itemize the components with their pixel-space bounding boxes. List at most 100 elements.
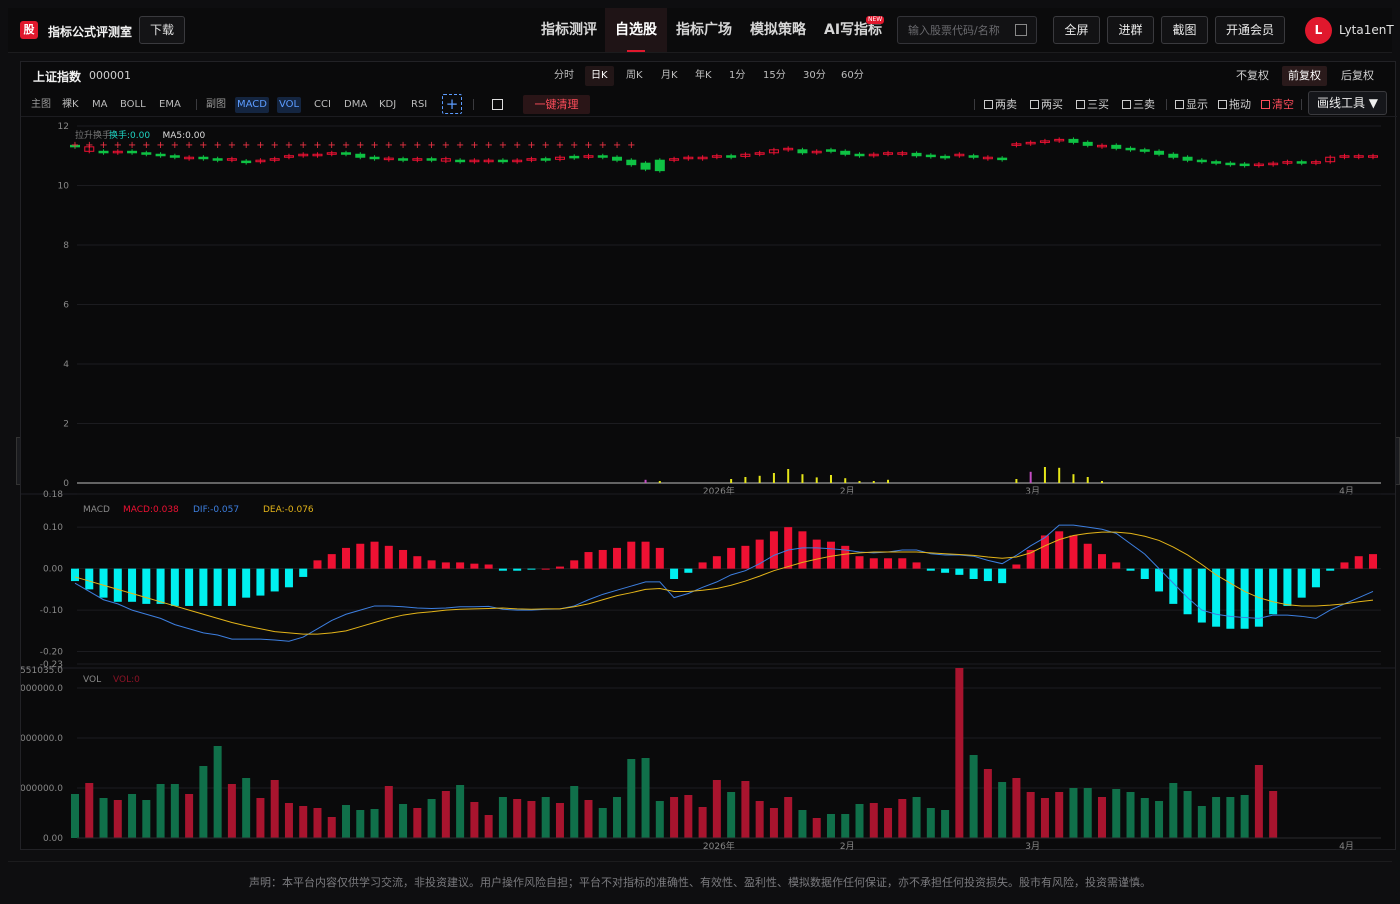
download-button[interactable]: 下载: [139, 16, 185, 44]
volume-bar: [670, 797, 679, 838]
kline-chart-area[interactable]: 121086420拉升换手换手:0.00 MA5:0.00+ + + + + + + + + + + +…: [21, 118, 1395, 850]
indicator-boll[interactable]: BOLL: [118, 97, 148, 113]
indicator-rsi[interactable]: RSI: [409, 97, 429, 113]
new-badge: NEW: [866, 16, 885, 24]
checkbox-icon[interactable]: [984, 100, 993, 109]
macd-bar: [1183, 568, 1192, 615]
volume-bar: [399, 804, 408, 838]
indicator-macd[interactable]: MACD: [235, 97, 269, 113]
y-tick-label: 000000.0: [21, 784, 63, 794]
signal-plus-icon: +: [228, 140, 236, 151]
macd-bar: [541, 568, 550, 570]
period-timeshare[interactable]: 分时: [548, 66, 580, 86]
nav-indicator-review[interactable]: 指标测评: [533, 8, 605, 52]
search-clear-icon[interactable]: [1015, 24, 1027, 36]
macd-bar: [741, 545, 750, 569]
checkbox-icon[interactable]: [1175, 100, 1184, 109]
y-tick-label: 4: [63, 360, 69, 370]
macd-bar: [299, 568, 308, 577]
candle: [726, 155, 737, 158]
signal-plus-icon: +: [342, 140, 350, 151]
period-1min[interactable]: 1分: [723, 66, 751, 86]
checkbox-icon[interactable]: [1261, 100, 1270, 109]
nav-simulated-strategy[interactable]: 模拟策略: [742, 8, 814, 52]
indicator-vol[interactable]: VOL: [277, 97, 302, 113]
turnover-bar: [801, 474, 804, 483]
signal-two-sell[interactable]: 两卖: [984, 96, 1017, 114]
fullscreen-button[interactable]: 全屏: [1053, 16, 1100, 44]
macd-bar: [1083, 543, 1092, 569]
adjust-forward[interactable]: 前复权: [1282, 66, 1327, 86]
period-15min[interactable]: 15分: [757, 66, 792, 86]
turnover-bar: [858, 481, 861, 483]
indicator-kdj[interactable]: KDJ: [377, 97, 398, 113]
indicator-bare-k[interactable]: 裸K: [60, 97, 81, 113]
period-60min[interactable]: 60分: [835, 66, 870, 86]
candle: [241, 160, 252, 164]
period-30min[interactable]: 30分: [797, 66, 832, 86]
signal-show[interactable]: 显示: [1175, 96, 1208, 114]
join-group-button[interactable]: 进群: [1107, 16, 1154, 44]
volume-bar: [313, 808, 322, 838]
signal-three-buy[interactable]: 三买: [1076, 96, 1109, 114]
turnover-bar: [644, 479, 647, 483]
macd-bar: [613, 547, 622, 569]
volume-bar: [213, 746, 222, 838]
volume-bar: [527, 801, 536, 838]
indicator-ema[interactable]: EMA: [157, 97, 183, 113]
add-indicator-button[interactable]: +: [442, 94, 462, 114]
username[interactable]: Lyta1enT: [1339, 23, 1394, 37]
macd-bar: [456, 562, 465, 569]
period-weekly[interactable]: 周K: [620, 66, 649, 86]
checkbox-icon[interactable]: [1030, 100, 1039, 109]
disclaimer-footer: 声明：本平台内容仅供学习交流，非投资建议。用户操作风险自担；平台不对指标的准确性…: [8, 861, 1392, 900]
candle: [127, 150, 138, 154]
adjust-none[interactable]: 不复权: [1230, 66, 1275, 86]
period-yearly[interactable]: 年K: [689, 66, 718, 86]
macd-bar: [1240, 568, 1249, 629]
screenshot-button[interactable]: 截图: [1161, 16, 1208, 44]
signal-plus-icon: +: [213, 140, 221, 151]
indicator-cci[interactable]: CCI: [312, 97, 333, 113]
signal-plus-icon: +: [256, 140, 264, 151]
volume-bar: [1097, 797, 1106, 838]
macd-bar: [1012, 564, 1021, 569]
indicator-dma[interactable]: DMA: [342, 97, 369, 113]
signal-three-sell[interactable]: 三卖: [1122, 96, 1155, 114]
nav-ai-indicator[interactable]: AI写指标: [816, 8, 890, 52]
signal-two-buy[interactable]: 两买: [1030, 96, 1063, 114]
volume-bar: [470, 802, 479, 838]
search-input[interactable]: [908, 22, 1008, 38]
candle: [597, 155, 608, 158]
stock-search[interactable]: [897, 16, 1037, 44]
volume-bar: [898, 799, 907, 838]
candle: [1182, 156, 1193, 161]
volume-bar: [755, 801, 764, 838]
indicator-ma[interactable]: MA: [90, 97, 109, 113]
avatar[interactable]: L: [1305, 17, 1332, 44]
signal-drag[interactable]: 拖动: [1218, 96, 1251, 114]
volume-bar: [826, 814, 835, 838]
checkbox-icon[interactable]: [1076, 100, 1085, 109]
legend-label: DEA:-0.076: [263, 505, 314, 515]
period-daily[interactable]: 日K: [585, 66, 614, 86]
signal-label: 显示: [1186, 98, 1208, 111]
nav-watchlist[interactable]: 自选股: [605, 8, 667, 52]
signal-plus-icon: +: [328, 140, 336, 151]
drawing-tools-dropdown[interactable]: 画线工具 ▼: [1308, 91, 1387, 115]
close-box-icon[interactable]: [492, 99, 503, 110]
signal-plus-icon: +: [399, 140, 407, 151]
candle: [98, 150, 109, 154]
checkbox-icon[interactable]: [1218, 100, 1227, 109]
candle: [455, 159, 466, 163]
candle: [155, 153, 166, 157]
checkbox-icon[interactable]: [1122, 100, 1131, 109]
nav-indicator-square[interactable]: 指标广场: [668, 8, 740, 52]
period-monthly[interactable]: 月K: [655, 66, 684, 86]
candle: [854, 153, 865, 157]
adjust-backward[interactable]: 后复权: [1335, 66, 1380, 86]
x-tick-label: 3月: [1025, 841, 1040, 850]
clear-all-button[interactable]: 一键清理: [523, 95, 590, 114]
signal-clear[interactable]: 清空: [1261, 96, 1294, 114]
membership-button[interactable]: 开通会员: [1215, 16, 1285, 44]
